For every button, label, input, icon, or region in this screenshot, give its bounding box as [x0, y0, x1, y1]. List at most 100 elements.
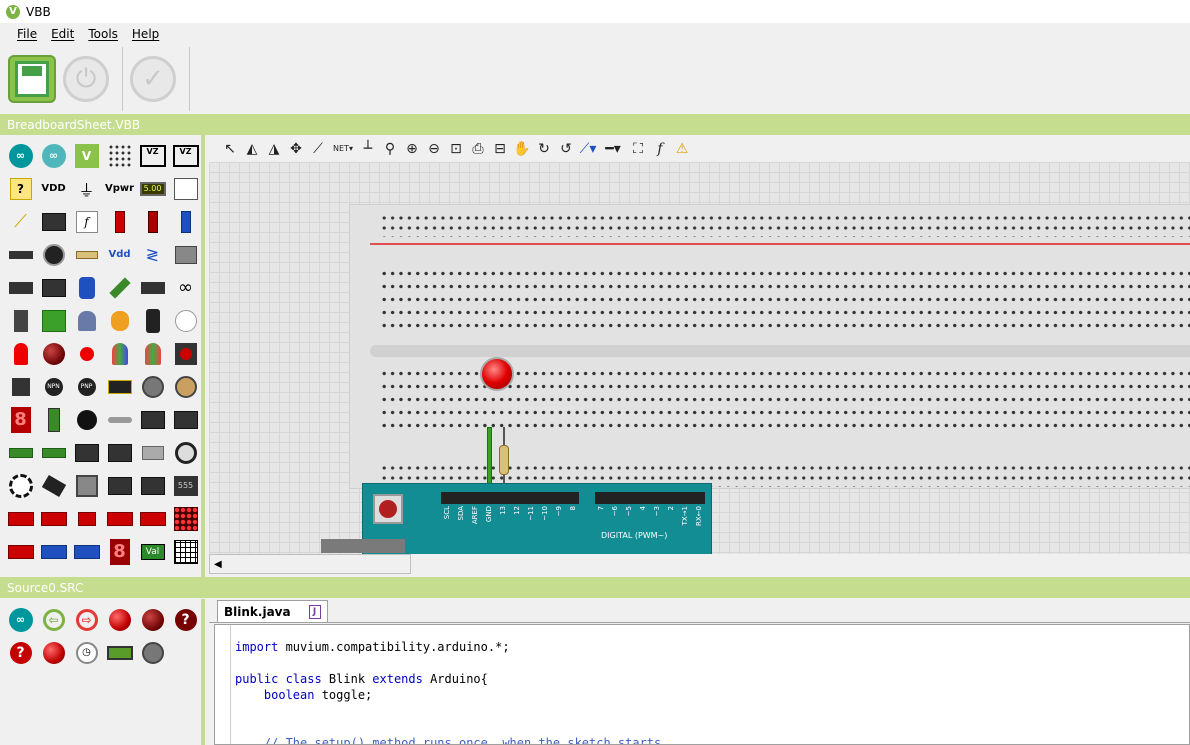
- net-icon[interactable]: NET▾: [329, 138, 357, 160]
- ic-dip-component[interactable]: [70, 436, 103, 469]
- ic-chip-component[interactable]: [136, 403, 169, 436]
- pushbutton-component[interactable]: [169, 337, 201, 370]
- zoom-fit-icon[interactable]: ⊡: [445, 138, 467, 160]
- encoder-component[interactable]: [4, 469, 37, 502]
- rotate-cw-icon[interactable]: ↻: [533, 138, 555, 160]
- transistor-component[interactable]: [4, 370, 37, 403]
- vdd-resistor-component[interactable]: Vdd: [103, 238, 136, 271]
- flip-vertical-icon[interactable]: ◮: [263, 138, 285, 160]
- horizontal-scrollbar[interactable]: ◀: [209, 554, 411, 574]
- servo-block[interactable]: [136, 636, 169, 669]
- lcd-component[interactable]: [37, 205, 70, 238]
- vbb-component[interactable]: V: [70, 139, 103, 172]
- capacitor-blue-component[interactable]: [70, 271, 103, 304]
- reset-button[interactable]: [373, 494, 403, 524]
- tab-blink-java[interactable]: Blink.java J: [217, 600, 328, 622]
- lcd-block[interactable]: [103, 636, 136, 669]
- dip-switch2-component[interactable]: [37, 502, 70, 535]
- input-block[interactable]: ⇦: [37, 603, 70, 636]
- value-component[interactable]: Val: [136, 535, 169, 568]
- dip-switch5-component[interactable]: [136, 502, 169, 535]
- led-dark-block[interactable]: [136, 603, 169, 636]
- ground-component[interactable]: ⏚: [70, 172, 103, 205]
- function-component[interactable]: f: [70, 205, 103, 238]
- module-component[interactable]: [103, 370, 136, 403]
- stepper-component[interactable]: [169, 436, 201, 469]
- arduino-nano-component[interactable]: ∞: [37, 139, 70, 172]
- dip-switch-component[interactable]: [4, 502, 37, 535]
- resistor[interactable]: [499, 445, 509, 475]
- zoom-in-icon[interactable]: ⊕: [401, 138, 423, 160]
- red-led[interactable]: [480, 357, 514, 391]
- fit-screen-icon[interactable]: ⛶: [627, 138, 649, 160]
- terminal-component[interactable]: [37, 304, 70, 337]
- logic-analyzer-component[interactable]: VZ: [169, 139, 201, 172]
- dip-switch3-component[interactable]: [70, 502, 103, 535]
- line-icon[interactable]: ⟋: [307, 138, 329, 160]
- potentiometer-component[interactable]: [169, 370, 201, 403]
- vpwr-component[interactable]: Vpwr: [103, 172, 136, 205]
- header-component[interactable]: [4, 271, 37, 304]
- knob-component[interactable]: [37, 238, 70, 271]
- line-style-icon[interactable]: ━▾: [599, 138, 627, 160]
- rgb-led2-component[interactable]: [136, 337, 169, 370]
- dip-blue2-component[interactable]: [70, 535, 103, 568]
- connector-component[interactable]: ∞: [169, 271, 201, 304]
- pnp-component[interactable]: PNP: [70, 370, 103, 403]
- output-block[interactable]: ⇨: [70, 603, 103, 636]
- search-icon[interactable]: ⚲: [379, 138, 401, 160]
- relay-component[interactable]: [169, 238, 201, 271]
- reed-component[interactable]: [103, 403, 136, 436]
- voltmeter-component[interactable]: 5.00: [136, 172, 169, 205]
- pointer-icon[interactable]: ↖: [219, 138, 241, 160]
- wire-color-icon[interactable]: ⟋▾: [577, 138, 599, 160]
- warning-icon[interactable]: ⚠: [671, 138, 693, 160]
- help-red-block[interactable]: ?: [4, 636, 37, 669]
- hand-icon[interactable]: ✋: [511, 138, 533, 160]
- zoom-out-icon[interactable]: ⊖: [423, 138, 445, 160]
- function-icon[interactable]: f: [649, 138, 671, 160]
- breadboard-component[interactable]: [103, 139, 136, 172]
- scope-component[interactable]: VZ: [136, 139, 169, 172]
- ic-chip2-component[interactable]: [169, 403, 201, 436]
- led-block[interactable]: [103, 603, 136, 636]
- breadboard-canvas[interactable]: SCL SDA AREF GND 13 12 ~11 ~10 ~9 8 7 ~6…: [209, 162, 1190, 554]
- led-small-component[interactable]: [70, 337, 103, 370]
- scroll-left-icon[interactable]: ◀: [214, 559, 222, 570]
- rgb-led-component[interactable]: [103, 337, 136, 370]
- ic-555c-component[interactable]: [136, 469, 169, 502]
- switch-dark-component[interactable]: [136, 205, 169, 238]
- servo-component[interactable]: [136, 370, 169, 403]
- led-on-block[interactable]: [37, 636, 70, 669]
- led-red-component[interactable]: [4, 337, 37, 370]
- ceramic-cap-component[interactable]: [103, 304, 136, 337]
- battery-component[interactable]: [37, 403, 70, 436]
- regulator-component[interactable]: [4, 304, 37, 337]
- probe-component[interactable]: ⟋: [4, 205, 37, 238]
- timer-block[interactable]: ◷: [70, 636, 103, 669]
- arduino-block[interactable]: ∞: [4, 603, 37, 636]
- buzzer-component[interactable]: [70, 403, 103, 436]
- power-button[interactable]: ⏻: [62, 55, 110, 103]
- ic-555b-component[interactable]: [103, 469, 136, 502]
- dip-switch4-component[interactable]: [103, 502, 136, 535]
- resistor-component[interactable]: [70, 238, 103, 271]
- meter-component[interactable]: [169, 172, 201, 205]
- lcd16-component[interactable]: [4, 436, 37, 469]
- switch-double-component[interactable]: [136, 271, 169, 304]
- unknown-component[interactable]: ?: [4, 172, 37, 205]
- menu-edit[interactable]: Edit: [44, 27, 81, 41]
- photoresistor-component[interactable]: [169, 304, 201, 337]
- seven-seg2-component[interactable]: 8: [103, 535, 136, 568]
- print-icon[interactable]: ⎙: [467, 138, 489, 160]
- lock-icon[interactable]: ⊟: [489, 138, 511, 160]
- ic-dip2-component[interactable]: [103, 436, 136, 469]
- seven-seg-component[interactable]: 8: [4, 403, 37, 436]
- switch-blue-component[interactable]: [169, 205, 201, 238]
- tilt-component[interactable]: [37, 469, 70, 502]
- crystal-component[interactable]: [70, 304, 103, 337]
- motor-component[interactable]: [136, 436, 169, 469]
- switch-red-component[interactable]: [103, 205, 136, 238]
- menu-help[interactable]: Help: [125, 27, 166, 41]
- flip-horizontal-icon[interactable]: ◭: [241, 138, 263, 160]
